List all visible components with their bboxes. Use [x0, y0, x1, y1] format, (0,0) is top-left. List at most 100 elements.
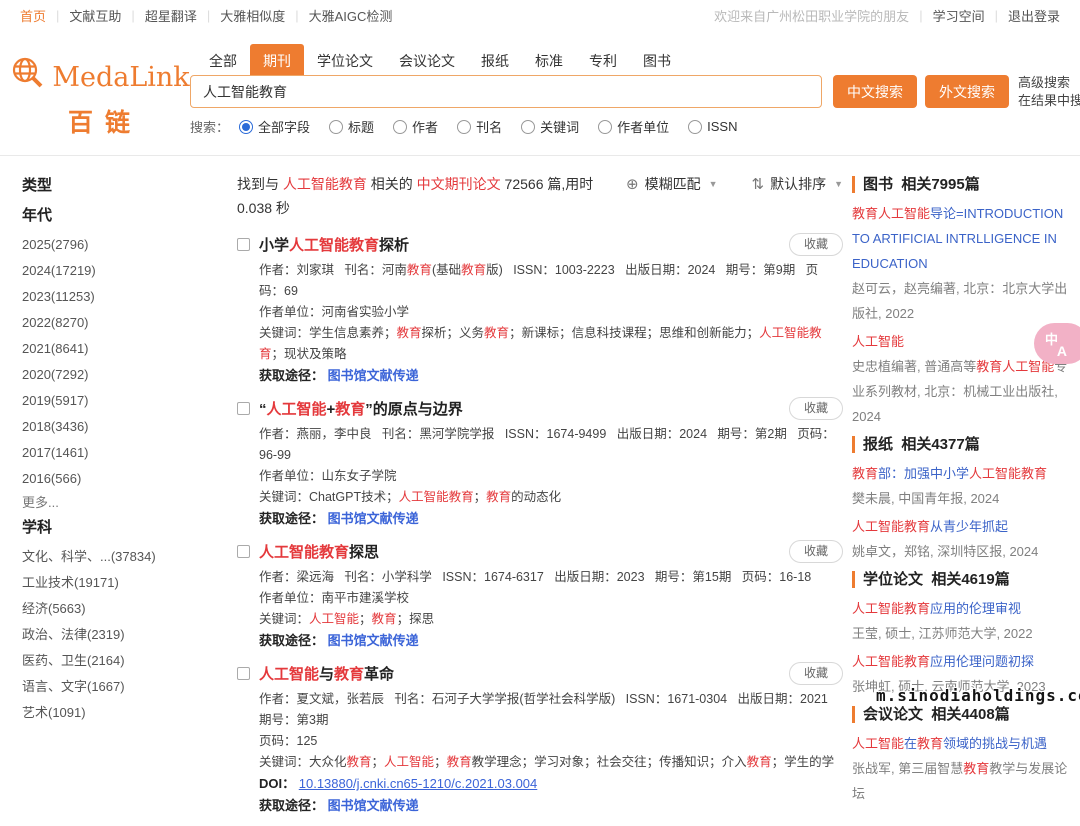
subject-filter-item[interactable]: 工业技术(19171) [22, 570, 217, 596]
logo[interactable]: MedaLink 百链 [14, 54, 184, 139]
learning-space-link[interactable]: 学习空间 [933, 6, 985, 25]
tab-all[interactable]: 全部 [196, 44, 250, 78]
year-filter-item[interactable]: 2023(11253) [22, 284, 217, 310]
related-book-link[interactable]: 教育人工智能导论=INTRODUCTION TO ARTIFICIAL INTR… [852, 201, 1074, 276]
related-newspaper-link[interactable]: 人工智能教育从青少年抓起 [852, 514, 1074, 539]
search-field-issn[interactable]: ISSN [688, 119, 737, 134]
search-field-title[interactable]: 标题 [329, 117, 374, 136]
radio-label: 标题 [348, 117, 374, 136]
result-title[interactable]: 小学人工智能教育探析 [259, 234, 789, 255]
related-theses-header: 学位论文 相关4619篇 [852, 571, 1074, 588]
result-keywords: 关键词：ChatGPT技术；人工智能教育；教育的动态化 [237, 487, 843, 508]
result-title[interactable]: “人工智能+教育”的原点与边界 [259, 398, 789, 419]
search-extra-links: 高级搜索 在结果中搜 [1018, 74, 1080, 110]
radio-icon [457, 120, 471, 134]
result-title[interactable]: 人工智能与教育革命 [259, 663, 789, 684]
divider: | [919, 8, 922, 23]
subject-filter-item[interactable]: 政治、法律(2319) [22, 622, 217, 648]
divider: | [295, 8, 298, 23]
search-field-keyword[interactable]: 关键词 [521, 117, 579, 136]
topbar-link-document-mutual-help[interactable]: 文献互助 [69, 6, 121, 25]
result-item: 人工智能教育探思 收藏 作者：梁远海 刊名：小学科学 ISSN：1674-631… [237, 539, 843, 652]
result-checkbox[interactable] [237, 545, 250, 558]
search-field-all-fields[interactable]: 全部字段 [239, 117, 310, 136]
year-filter-item[interactable]: 2025(2796) [22, 232, 217, 258]
doi-link[interactable]: 10.13880/j.cnki.cn65-1210/c.2021.03.004 [299, 776, 538, 791]
year-filter-item[interactable]: 2022(8270) [22, 310, 217, 336]
result-checkbox[interactable] [237, 667, 250, 680]
radio-label: 全部字段 [258, 117, 310, 136]
search-input[interactable] [190, 75, 822, 108]
divider: | [207, 8, 210, 23]
year-filter-item[interactable]: 2024(17219) [22, 258, 217, 284]
related-thesis-meta: 王莹, 硕士, 江苏师范大学, 2022 [852, 621, 1074, 646]
radio-icon [521, 120, 535, 134]
subject-filter-item[interactable]: 经济(5663) [22, 596, 217, 622]
medalink-globe-magnifier-icon [8, 54, 50, 101]
tab-book[interactable]: 图书 [630, 44, 684, 78]
subject-filter-item[interactable]: 语言、文字(1667) [22, 674, 217, 700]
logout-link[interactable]: 退出登录 [1008, 6, 1060, 25]
year-filter-item[interactable]: 2019(5917) [22, 388, 217, 414]
translate-fab-button[interactable]: 中 A [1034, 323, 1080, 364]
tab-patent[interactable]: 专利 [576, 44, 630, 78]
result-checkbox[interactable] [237, 238, 250, 251]
tab-newspaper[interactable]: 报纸 [468, 44, 522, 78]
year-filter-item[interactable]: 2016(566) [22, 466, 217, 492]
search-field-author[interactable]: 作者 [393, 117, 438, 136]
topbar-link-chaoxing-translate[interactable]: 超星翻译 [145, 6, 197, 25]
related-newspaper-link[interactable]: 教育部：加强中小学人工智能教育 [852, 461, 1074, 486]
related-thesis-link[interactable]: 人工智能教育应用的伦理审视 [852, 596, 1074, 621]
favorite-button[interactable]: 收藏 [789, 397, 843, 420]
result-title[interactable]: 人工智能教育探思 [259, 541, 789, 562]
tab-standard[interactable]: 标准 [522, 44, 576, 78]
subject-filter-item[interactable]: 医药、卫生(2164) [22, 648, 217, 674]
search-field-journal-name[interactable]: 刊名 [457, 117, 502, 136]
radio-icon [598, 120, 612, 134]
chevron-down-icon: ▼ [834, 179, 843, 189]
foreign-search-button[interactable]: 外文搜索 [925, 75, 1009, 108]
radio-label: 作者 [412, 117, 438, 136]
library-delivery-link[interactable]: 图书馆文献传递 [328, 368, 419, 383]
tab-degree-thesis[interactable]: 学位论文 [304, 44, 386, 78]
topbar-link-daya-aigc-detect[interactable]: 大雅AIGC检测 [309, 6, 393, 25]
result-item: “人工智能+教育”的原点与边界 收藏 作者：燕丽，李中良 刊名：黑河学院学报 I… [237, 396, 843, 530]
library-delivery-link[interactable]: 图书馆文献传递 [328, 511, 419, 526]
chinese-search-button[interactable]: 中文搜索 [833, 75, 917, 108]
year-filter-item[interactable]: 2017(1461) [22, 440, 217, 466]
related-conference-meta: 张战军, 第三届智慧教育教学与发展论坛 [852, 756, 1074, 806]
favorite-button[interactable]: 收藏 [789, 233, 843, 256]
sort-dropdown[interactable]: ⇅ 默认排序 ▼ [752, 174, 844, 194]
favorite-button[interactable]: 收藏 [789, 540, 843, 563]
related-book-meta: 赵可云，赵亮编著, 北京：北京大学出版社, 2022 [852, 276, 1074, 326]
related-conference-link[interactable]: 人工智能在教育领域的挑战与机遇 [852, 731, 1074, 756]
library-delivery-link[interactable]: 图书馆文献传递 [328, 798, 419, 813]
search-field-author-affiliation[interactable]: 作者单位 [598, 117, 669, 136]
sort-icon: ⇅ [752, 175, 765, 193]
result-affiliation: 作者单位：河南省实验小学 [237, 302, 843, 323]
topbar-link-home[interactable]: 首页 [20, 6, 46, 25]
result-meta: 作者：燕丽，李中良 刊名：黑河学院学报 ISSN：1674-9499 出版日期：… [237, 424, 843, 466]
tab-journal[interactable]: 期刊 [250, 44, 304, 78]
year-more-link[interactable]: 更多... [22, 492, 217, 514]
library-delivery-link[interactable]: 图书馆文献传递 [328, 633, 419, 648]
advanced-search-link[interactable]: 高级搜索 [1018, 74, 1080, 92]
result-checkbox[interactable] [237, 402, 250, 415]
favorite-button[interactable]: 收藏 [789, 662, 843, 685]
match-mode-label: 模糊匹配 [645, 174, 701, 194]
subject-filter-item[interactable]: 艺术(1091) [22, 700, 217, 726]
year-filter-item[interactable]: 2020(7292) [22, 362, 217, 388]
result-affiliation: 作者单位：山东女子学院 [237, 466, 843, 487]
related-thesis-link[interactable]: 人工智能教育应用伦理问题初探 [852, 649, 1074, 674]
access-label: 获取途径： [259, 511, 324, 526]
year-filter-item[interactable]: 2021(8641) [22, 336, 217, 362]
radio-icon [329, 120, 343, 134]
topbar-link-daya-similarity[interactable]: 大雅相似度 [220, 6, 285, 25]
radio-icon [239, 120, 253, 134]
year-filter-item[interactable]: 2018(3436) [22, 414, 217, 440]
tab-conference-paper[interactable]: 会议论文 [386, 44, 468, 78]
filter-sidebar: 类型 年代 2025(2796)2024(17219)2023(11253)20… [22, 176, 217, 726]
search-in-results-link[interactable]: 在结果中搜 [1018, 92, 1080, 110]
subject-filter-item[interactable]: 文化、科学、...(37834) [22, 544, 217, 570]
match-mode-dropdown[interactable]: ⊕ 模糊匹配 ▼ [626, 174, 718, 194]
